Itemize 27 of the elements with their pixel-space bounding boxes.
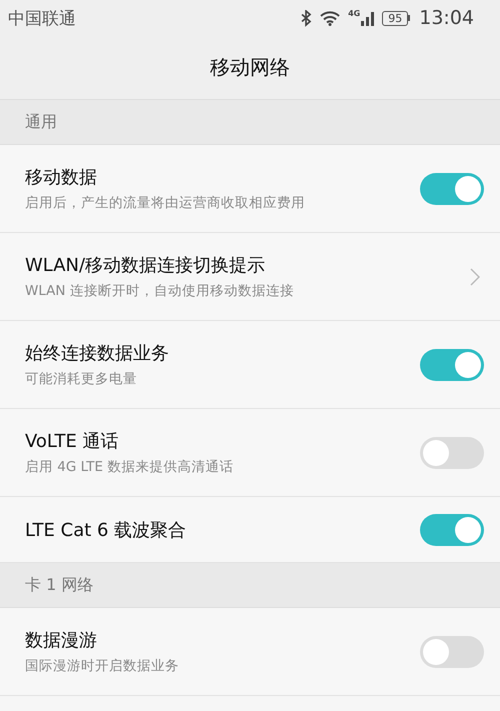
setting-title: 移动数据: [25, 166, 98, 189]
setting-description: 可能消耗更多电量: [25, 370, 138, 388]
setting-title: VoLTE 通话: [25, 430, 120, 453]
battery-icon: 95: [382, 10, 410, 26]
bluetooth-icon: [301, 10, 312, 26]
network-type-label: 4G: [348, 10, 360, 18]
setting-description: 国际漫游时开启数据业务: [25, 657, 180, 675]
toggle-switch[interactable]: [420, 172, 484, 204]
setting-description: 启用后，产生的流量将由运营商收取相应费用: [25, 194, 306, 212]
clock-time: 13:04: [419, 7, 474, 29]
toggle-switch[interactable]: [420, 348, 484, 380]
carrier-name: 中国联通: [8, 8, 77, 30]
toggle-switch[interactable]: [420, 514, 484, 546]
setting-title: WLAN/移动数据连接切换提示: [25, 254, 266, 277]
setting-title: 数据漫游: [25, 629, 98, 652]
setting-title: LTE Cat 6 载波聚合: [25, 518, 188, 542]
signal-icon: [361, 10, 376, 26]
section-header: 通用: [25, 112, 57, 132]
setting-title: 始终连接数据业务: [25, 342, 170, 365]
section-header: 卡 1 网络: [25, 574, 94, 596]
toggle-switch[interactable]: [420, 636, 484, 668]
chevron-icon: [470, 268, 480, 286]
page-title: 移动网络: [210, 54, 290, 81]
wifi-icon: [319, 10, 342, 26]
setting-description: 启用 4G LTE 数据来提供高清通话: [25, 458, 234, 476]
toggle-switch[interactable]: [420, 436, 484, 468]
setting-description: WLAN 连接断开时，自动使用移动数据连接: [25, 282, 295, 300]
